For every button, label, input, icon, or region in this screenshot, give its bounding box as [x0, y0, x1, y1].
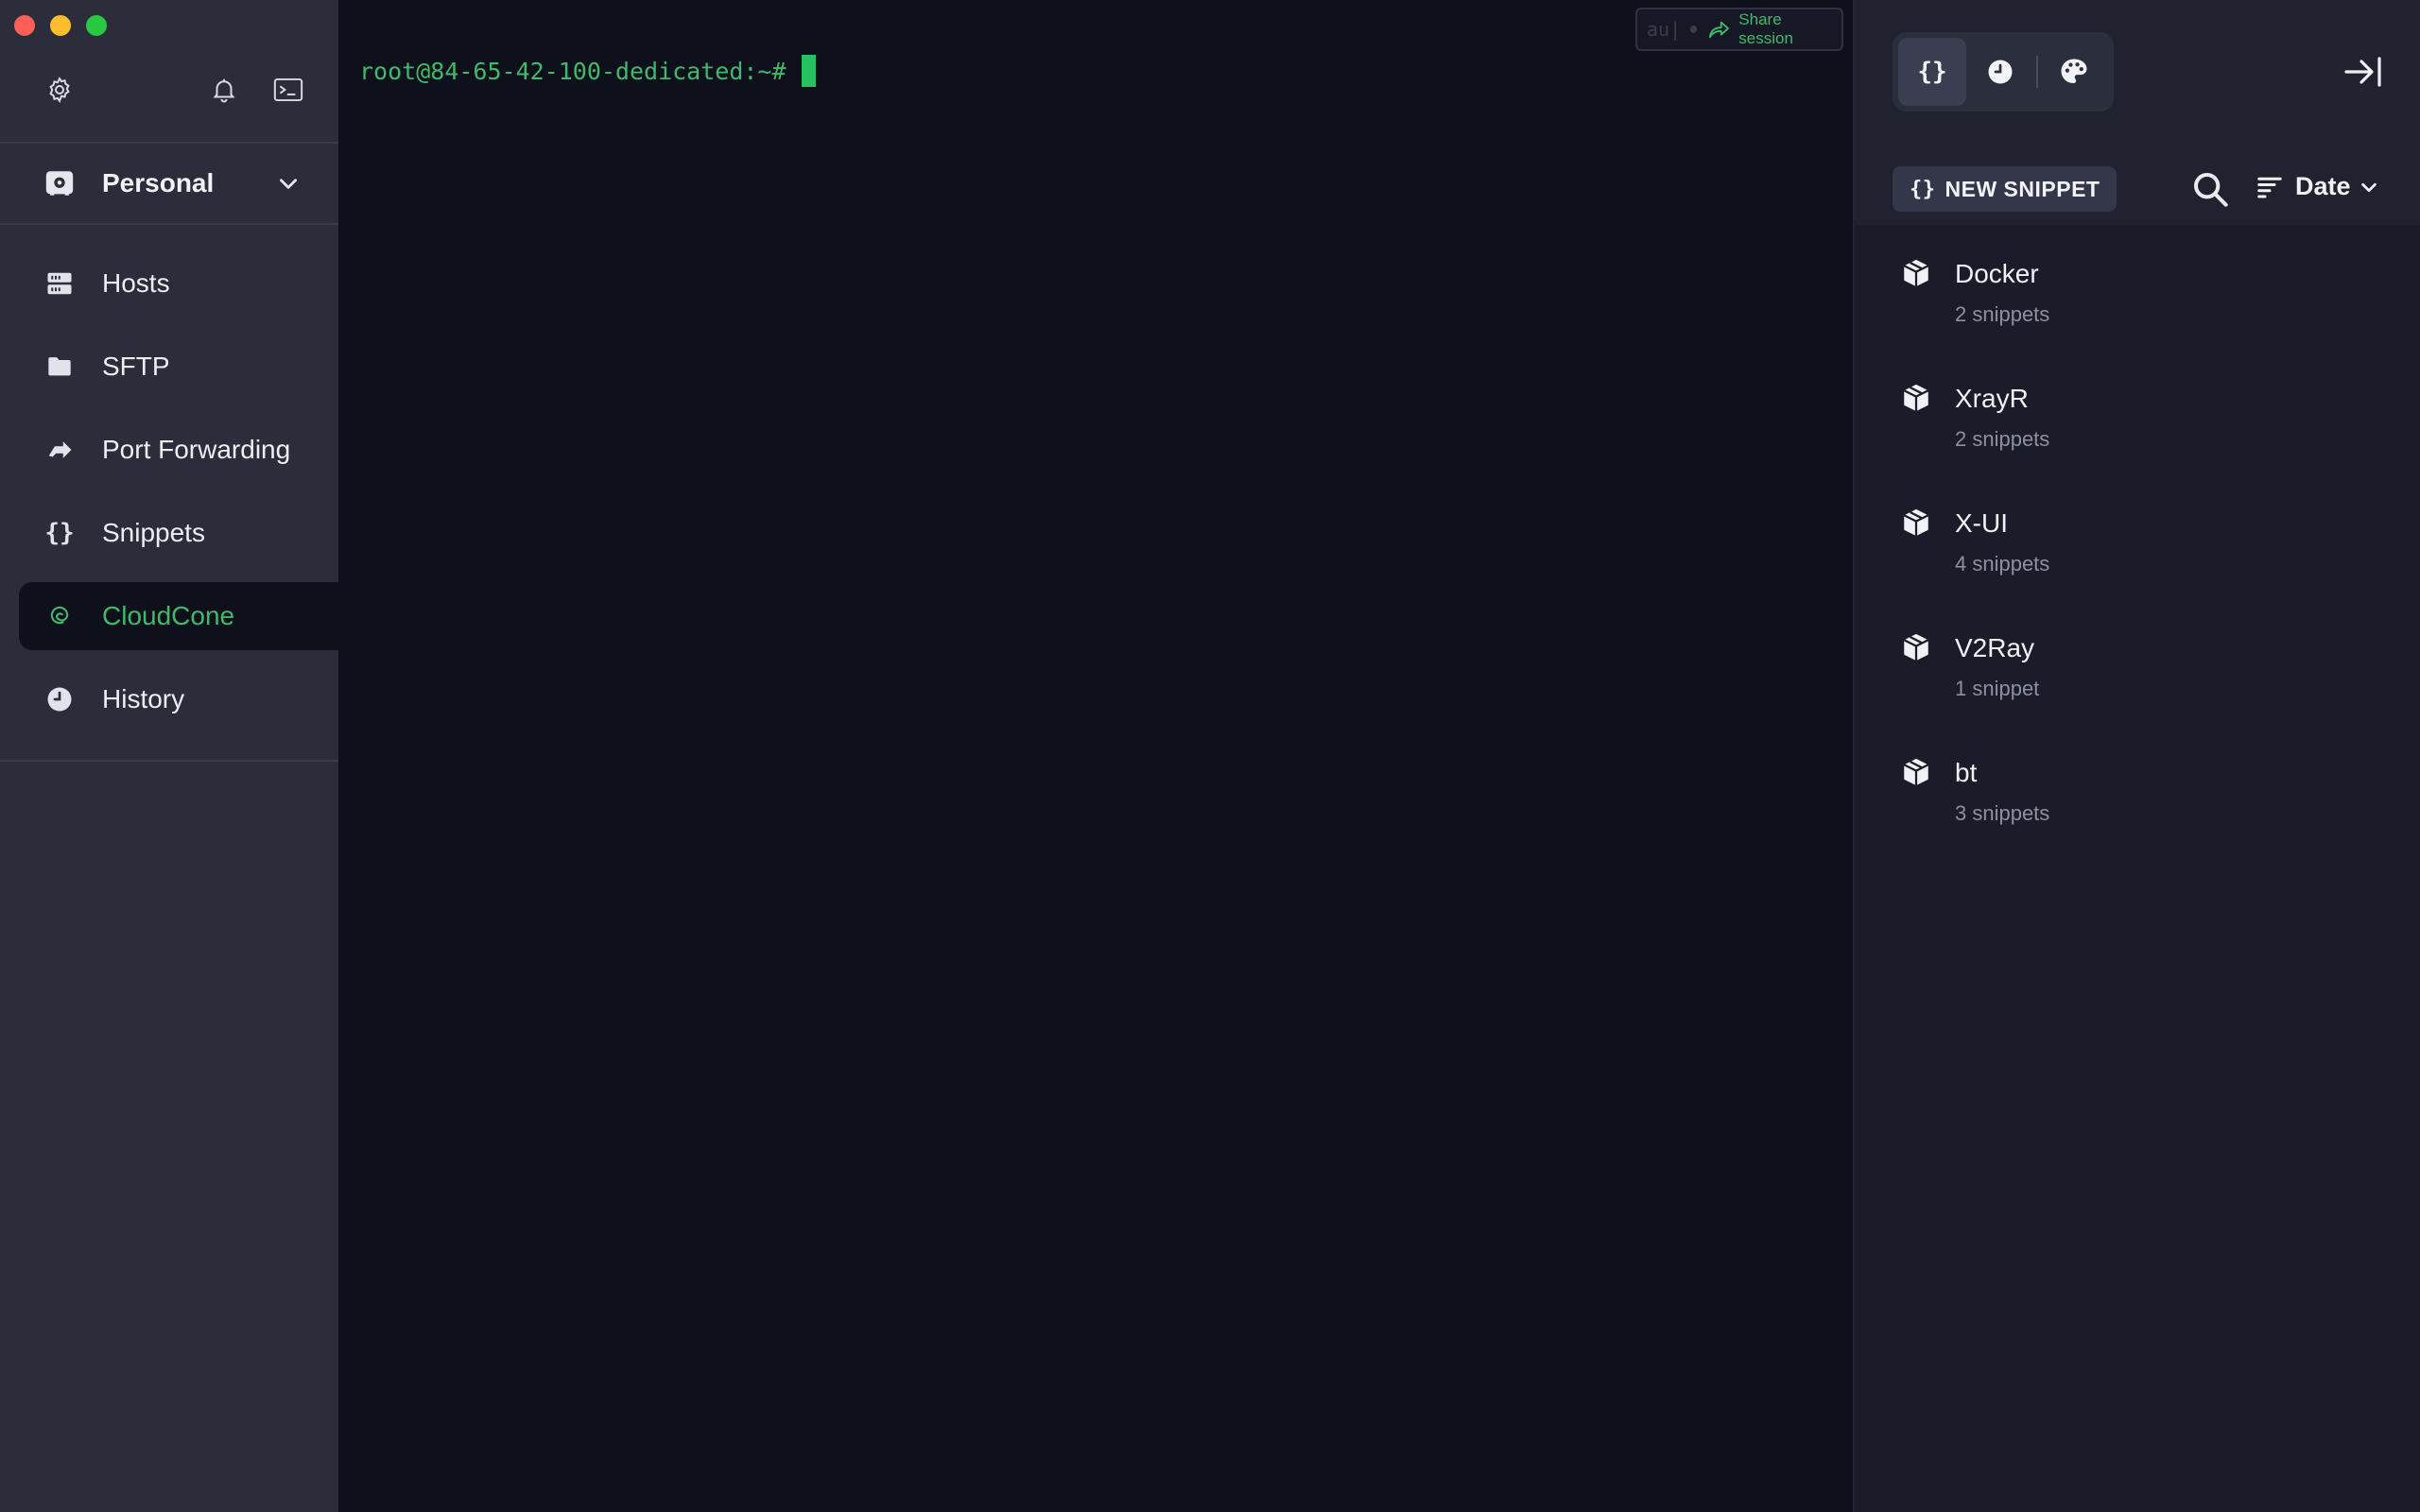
forward-arrow-icon: [43, 434, 76, 466]
sidebar: Personal Hosts SFTP Port Forwarding {} S…: [0, 0, 338, 1512]
package-count: 2 snippets: [1955, 302, 2050, 326]
package-count: 1 snippet: [1955, 677, 2040, 700]
package-icon: [1903, 384, 1929, 412]
package-name: bt: [1955, 758, 1978, 787]
terminal-cursor: [801, 55, 816, 87]
list-item[interactable]: X-UI 4 snippets: [1855, 503, 2420, 627]
braces-icon: {}: [1910, 177, 1936, 201]
terminal-prompt: root@84-65-42-100-dedicated:~#: [359, 55, 816, 87]
sort-label: Date: [2295, 172, 2351, 200]
package-name: V2Ray: [1955, 633, 2035, 662]
tab-themes[interactable]: [2040, 38, 2108, 106]
tab-divider: [2036, 56, 2038, 88]
collapse-panel-icon[interactable]: [2342, 53, 2384, 91]
sidebar-item-label: Port Forwarding: [102, 435, 291, 464]
sidebar-item-sftp[interactable]: SFTP: [0, 325, 338, 408]
close-window-button[interactable]: [14, 15, 35, 36]
vault-name: Personal: [102, 168, 215, 198]
sidebar-item-history[interactable]: History: [0, 658, 338, 741]
share-status-dot: [1690, 26, 1698, 33]
chevron-down-icon: [280, 179, 297, 189]
terminal-icon[interactable]: [272, 74, 304, 106]
sort-icon: [2257, 177, 2282, 198]
package-name: XrayR: [1955, 384, 2029, 413]
clock-icon: [43, 683, 76, 715]
list-item[interactable]: V2Ray 1 snippet: [1855, 627, 2420, 752]
new-snippet-button[interactable]: {} NEW SNIPPET: [1893, 166, 2118, 212]
package-count: 4 snippets: [1955, 552, 2050, 576]
sidebar-nav: Hosts SFTP Port Forwarding {} Snippets C…: [0, 225, 338, 762]
sidebar-item-label: History: [102, 684, 185, 713]
sidebar-item-snippets[interactable]: {} Snippets: [0, 491, 338, 575]
maximize-window-button[interactable]: [86, 15, 107, 36]
share-search-input[interactable]: au|: [1647, 18, 1681, 41]
package-name: Docker: [1955, 259, 2039, 288]
window-controls: [14, 15, 107, 36]
sidebar-item-label: CloudCone: [102, 601, 235, 630]
sidebar-item-label: SFTP: [102, 352, 170, 381]
share-session-bar[interactable]: au| Share session: [1635, 8, 1843, 51]
gear-icon[interactable]: [43, 74, 76, 106]
clock-icon: [1988, 60, 2013, 84]
sort-dropdown[interactable]: Date: [2256, 172, 2379, 201]
terminal-pane[interactable]: au| Share session root@84-65-42-100-dedi…: [338, 0, 1853, 1512]
vault-selector[interactable]: Personal: [0, 144, 338, 225]
sidebar-item-port-forwarding[interactable]: Port Forwarding: [0, 408, 338, 491]
palette-icon: [2061, 59, 2087, 84]
package-name: X-UI: [1955, 508, 2008, 538]
package-count: 2 snippets: [1955, 427, 2050, 451]
share-arrow-icon: [1709, 21, 1730, 39]
new-snippet-label: NEW SNIPPET: [1945, 176, 2100, 201]
sidebar-item-label: Hosts: [102, 268, 170, 298]
list-item[interactable]: XrayR 2 snippets: [1855, 378, 2420, 503]
package-icon: [1903, 633, 1929, 662]
server-icon: [43, 267, 76, 300]
package-count: 3 snippets: [1955, 801, 2050, 825]
vault-icon: [45, 171, 74, 196]
list-item[interactable]: bt 3 snippets: [1855, 752, 2420, 877]
package-icon: [1903, 508, 1929, 537]
snippets-panel: {} {} NEW SNIPPET Date Docker 2 snippets: [1853, 0, 2420, 1512]
package-icon: [1903, 758, 1929, 786]
chevron-down-icon: [2360, 182, 2377, 192]
sidebar-item-label: Snippets: [102, 518, 205, 547]
minimize-window-button[interactable]: [50, 15, 71, 36]
folder-icon: [43, 351, 76, 383]
prompt-text: root@84-65-42-100-dedicated:~#: [359, 57, 786, 85]
snippet-package-list: Docker 2 snippets XrayR 2 snippets X-UI …: [1855, 225, 2420, 877]
sidebar-item-cloudcone[interactable]: CloudCone: [19, 582, 338, 650]
snippets-panel-header: {} {} NEW SNIPPET Date: [1855, 0, 2420, 225]
panel-tab-switcher: {}: [1893, 32, 2114, 112]
search-icon[interactable]: [2191, 170, 2229, 208]
package-icon: [1903, 259, 1929, 287]
tab-snippets[interactable]: {}: [1898, 38, 1966, 106]
sidebar-item-hosts[interactable]: Hosts: [0, 242, 338, 325]
bell-icon[interactable]: [208, 74, 240, 106]
debian-swirl-icon: [43, 600, 76, 632]
list-item[interactable]: Docker 2 snippets: [1855, 253, 2420, 378]
braces-icon: {}: [44, 519, 75, 547]
tab-history[interactable]: [1966, 38, 2034, 106]
share-session-button[interactable]: Share session: [1738, 10, 1832, 48]
